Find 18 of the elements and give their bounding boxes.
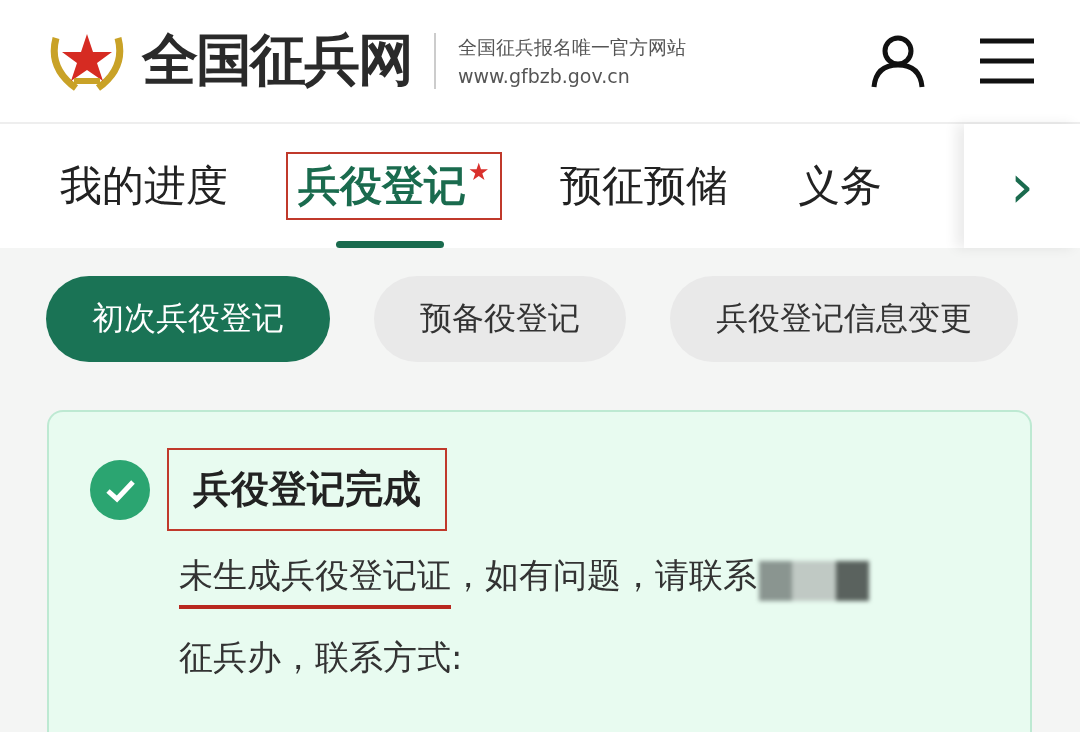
scroll-right-button[interactable]: ›	[964, 124, 1080, 248]
site-url: www.gfbzb.gov.cn	[458, 65, 631, 87]
check-icon	[89, 458, 151, 521]
sub-tab[interactable]: 预备役登记	[374, 276, 626, 362]
status-text: ，如有问题，请联系	[451, 554, 757, 597]
site-name: 全国征兵网	[142, 25, 412, 94]
menu-icon[interactable]	[980, 38, 1034, 84]
sub-tab[interactable]: 兵役登记信息变更	[670, 276, 1018, 362]
site-tagline: 全国征兵报名唯一官方网站	[458, 35, 686, 60]
nav-tab[interactable]: 我的进度	[40, 124, 248, 248]
nav-tab[interactable]: 义务	[777, 124, 902, 248]
nav-tab[interactable]: 预征预储	[539, 124, 748, 248]
status-text: 未生成兵役登记证	[179, 553, 451, 609]
status-text: 征兵办，联系方式:	[179, 636, 463, 679]
star-icon: ★	[468, 158, 490, 186]
sub-tab[interactable]: 初次兵役登记	[46, 276, 330, 362]
user-icon[interactable]	[870, 33, 926, 89]
status-title: 兵役登记完成	[167, 448, 447, 531]
